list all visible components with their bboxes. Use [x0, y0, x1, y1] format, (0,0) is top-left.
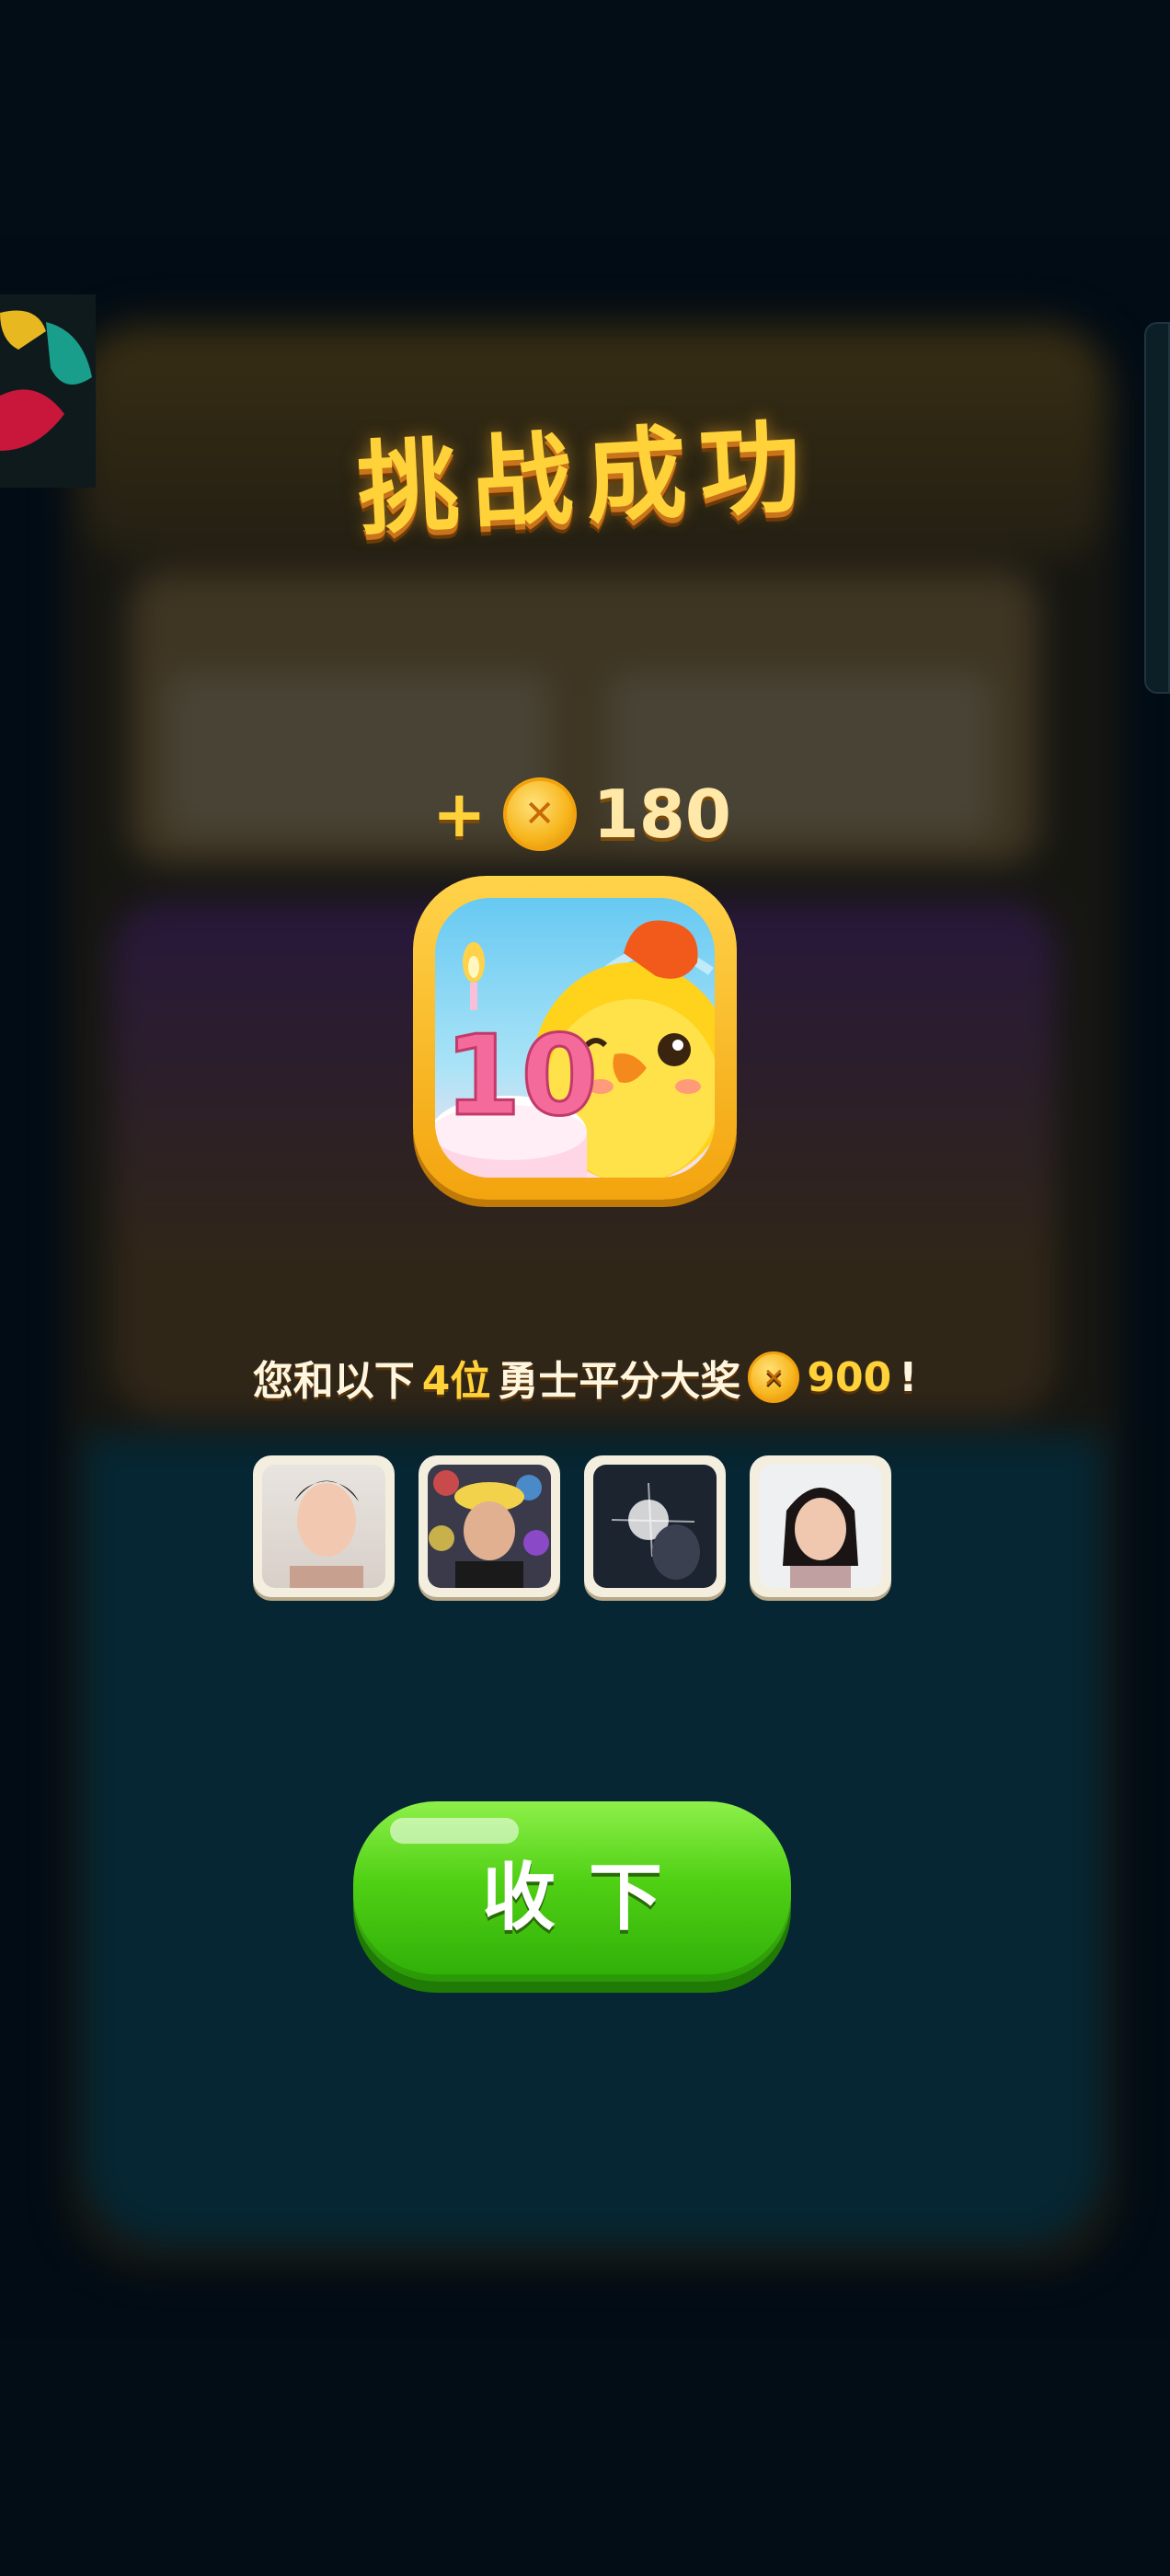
game-app-icon: 10	[413, 876, 737, 1200]
avatar[interactable]	[584, 1455, 726, 1597]
share-suffix: 勇士平分大奖	[498, 1358, 741, 1405]
avatar[interactable]	[750, 1455, 891, 1597]
share-prize-amount: 900	[807, 1353, 892, 1401]
coin-icon: ✕	[502, 777, 577, 851]
reward-row: + ✕ 180	[432, 773, 731, 856]
avatar-list	[253, 1455, 891, 1597]
collect-button-label: 收下	[482, 1855, 695, 1940]
share-exclaim: !	[899, 1353, 918, 1401]
coin-icon: ✕	[748, 1351, 800, 1403]
share-prefix: 您和以下	[252, 1358, 415, 1405]
cake-number-text: 10	[444, 1013, 598, 1141]
avatar[interactable]	[253, 1455, 395, 1597]
share-count: 4位	[421, 1358, 491, 1405]
reward-plus: +	[432, 776, 487, 852]
share-prize-text: 您和以下 4位 勇士平分大奖 ✕ 900!	[0, 1348, 1170, 1407]
collect-button[interactable]: 收下	[353, 1801, 791, 1982]
reward-amount: 180	[592, 776, 731, 853]
avatar[interactable]	[419, 1455, 560, 1597]
